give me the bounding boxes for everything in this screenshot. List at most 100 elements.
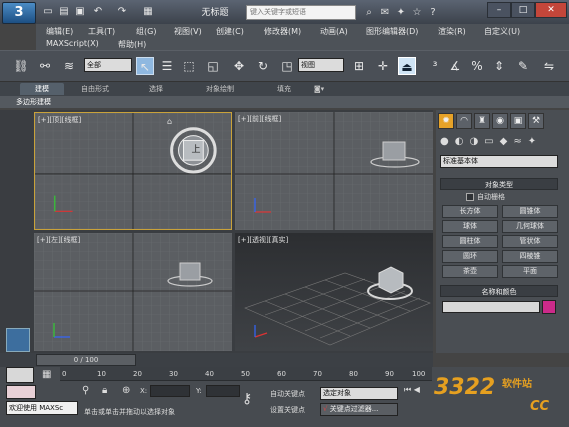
sphere-button[interactable]: 球体 [442,220,498,233]
menu-graph-editors[interactable]: 图形编辑器(D) [366,26,418,37]
viewport-top-label[interactable]: [+][顶][线框] [38,115,81,125]
bind-spacewarp-icon[interactable]: ≋ [60,57,78,75]
keyboard-shortcut-icon[interactable]: ⏏ [398,57,416,75]
object-color-swatch[interactable] [542,300,556,314]
percent-snap-icon[interactable]: % [468,57,486,75]
maximize-button[interactable]: □ [511,2,535,18]
mirror-icon[interactable]: ⇋ [540,57,558,75]
ribbon-options-icon[interactable]: ◙▾ [310,83,328,95]
tab-populate[interactable]: 填充 [264,83,304,95]
close-button[interactable]: ✕ [535,2,567,18]
save-file-icon[interactable]: ▣ [72,5,88,19]
unlink-icon[interactable]: ⚯ [36,57,54,75]
name-color-rollout[interactable]: 名称和颜色 [440,285,558,297]
rotate-icon[interactable]: ↻ [254,57,272,75]
utilities-tab-icon[interactable]: ⚒ [528,113,544,129]
tab-selection[interactable]: 选择 [136,83,176,95]
menu-modifiers[interactable]: 修改器(M) [264,26,301,37]
hierarchy-tab-icon[interactable]: ♜ [474,113,490,129]
menu-help[interactable]: 帮助(H) [118,39,146,50]
viewport-perspective-label[interactable]: [+][透视][真实] [238,235,288,245]
favorites-icon[interactable]: ☆ [410,6,424,19]
menu-views[interactable]: 视图(V) [174,26,202,37]
display-tab-icon[interactable]: ▣ [510,113,526,129]
undo-icon[interactable]: ↶ [90,5,106,19]
menu-group[interactable]: 组(G) [136,26,156,37]
viewport-left-label[interactable]: [+][左][线框] [37,235,80,245]
angle-snap-icon[interactable]: ∡ [446,57,464,75]
set-key-button[interactable]: 设置关键点 [270,405,305,415]
new-file-icon[interactable]: ▭ [40,5,56,19]
reference-coord-dropdown[interactable]: 视图 [298,58,344,72]
tools-icon[interactable]: ✦ [394,6,408,19]
key-filters-button[interactable]: √ 关键点过滤器... [320,403,398,416]
key-icon[interactable]: ⚷ [242,391,262,409]
minimize-button[interactable]: – [487,2,511,18]
geosphere-button[interactable]: 几何球体 [502,220,558,233]
select-object-icon[interactable]: ↖ [136,57,154,75]
tab-object-paint[interactable]: 对象绘制 [192,83,248,95]
lock-icon[interactable]: 🔒︎ [102,385,116,397]
tab-freeform[interactable]: 自由形式 [70,83,120,95]
checkbox-box[interactable] [466,193,474,201]
primitive-type-dropdown[interactable]: 标准基本体 [440,155,558,168]
autogrid-checkbox[interactable]: 自动栅格 [466,192,536,203]
playback-controls[interactable]: ⏮ ◀ [404,385,428,399]
track-view-icon[interactable]: ▦ [42,369,56,381]
select-by-name-icon[interactable]: ☰ [158,57,176,75]
time-slider-handle[interactable]: 0 / 100 [36,354,136,366]
named-selection-icon[interactable]: ✎ [514,57,532,75]
viewcube-face-label[interactable]: 上 [186,142,206,155]
object-type-rollout[interactable]: 对象类型 [440,178,558,190]
pin-icon[interactable]: ⚲ [82,385,96,397]
scale-icon[interactable]: ◳ [278,57,296,75]
link-icon[interactable]: ⛓ [12,57,30,75]
y-coord-input[interactable] [206,385,240,397]
welcome-text[interactable]: 欢迎使用 MAXSc [6,401,78,415]
application-button[interactable]: 3 [2,2,36,24]
project-folder-icon[interactable]: ▦ [140,5,156,19]
time-slider[interactable]: 0 / 100 [0,353,433,367]
menu-animation[interactable]: 动画(A) [320,26,348,37]
motion-tab-icon[interactable]: ◉ [492,113,508,129]
viewport-front-label[interactable]: [+][前][线框] [238,114,281,124]
viewport-top[interactable]: [+][顶][线框] 上 ⌂ [34,112,232,230]
viewport-layout-icon[interactable] [6,328,30,352]
rect-selection-icon[interactable]: ⬚ [180,57,198,75]
tab-modeling[interactable]: 建模 [20,83,64,95]
viewcube-home-icon[interactable]: ⌂ [167,117,172,126]
move-icon[interactable]: ✥ [230,57,248,75]
torus-button[interactable]: 圆环 [442,250,498,263]
absolute-mode-icon[interactable]: ⊕ [122,385,136,397]
menu-edit[interactable]: 编辑(E) [46,26,73,37]
menu-create[interactable]: 创建(C) [216,26,244,37]
viewport-left[interactable]: [+][左][线框] [34,233,232,351]
pivot-center-icon[interactable]: ⊞ [350,57,368,75]
menu-tools[interactable]: 工具(T) [88,26,115,37]
teapot-button[interactable]: 茶壶 [442,265,498,278]
auto-key-button[interactable]: 自动关键点 [270,389,305,399]
communication-center-icon[interactable]: ✉ [378,6,392,19]
snaps-toggle-icon[interactable]: ³ [426,57,444,75]
search-input[interactable]: 键入关键字或短语 [246,5,356,20]
binoculars-icon[interactable]: ⌕ [362,6,376,19]
viewport-front[interactable]: [+][前][线框] [235,112,433,230]
category-icons[interactable]: ●◐◑▭◆≈✦ [440,136,566,150]
object-name-input[interactable] [442,301,540,313]
menu-maxscript[interactable]: MAXScript(X) [46,39,99,48]
plane-button[interactable]: 平面 [502,265,558,278]
tube-button[interactable]: 管状体 [502,235,558,248]
menu-customize[interactable]: 自定义(U) [484,26,520,37]
cone-button[interactable]: 圆锥体 [502,205,558,218]
track-bar[interactable]: 0 10 20 30 40 50 60 70 80 90 100 [60,367,432,381]
cylinder-button[interactable]: 圆柱体 [442,235,498,248]
modify-tab-icon[interactable]: ◠ [456,113,472,129]
window-crossing-icon[interactable]: ◱ [204,57,222,75]
help-icon[interactable]: ? [426,6,440,19]
maxscript-input[interactable] [6,385,36,399]
selection-set-dropdown[interactable]: 选定对象 [320,387,398,400]
spinner-snap-icon[interactable]: ⇕ [490,57,508,75]
selection-filter-dropdown[interactable]: 全部 [84,58,132,72]
menu-rendering[interactable]: 渲染(R) [438,26,466,37]
open-file-icon[interactable]: ▤ [56,5,72,19]
